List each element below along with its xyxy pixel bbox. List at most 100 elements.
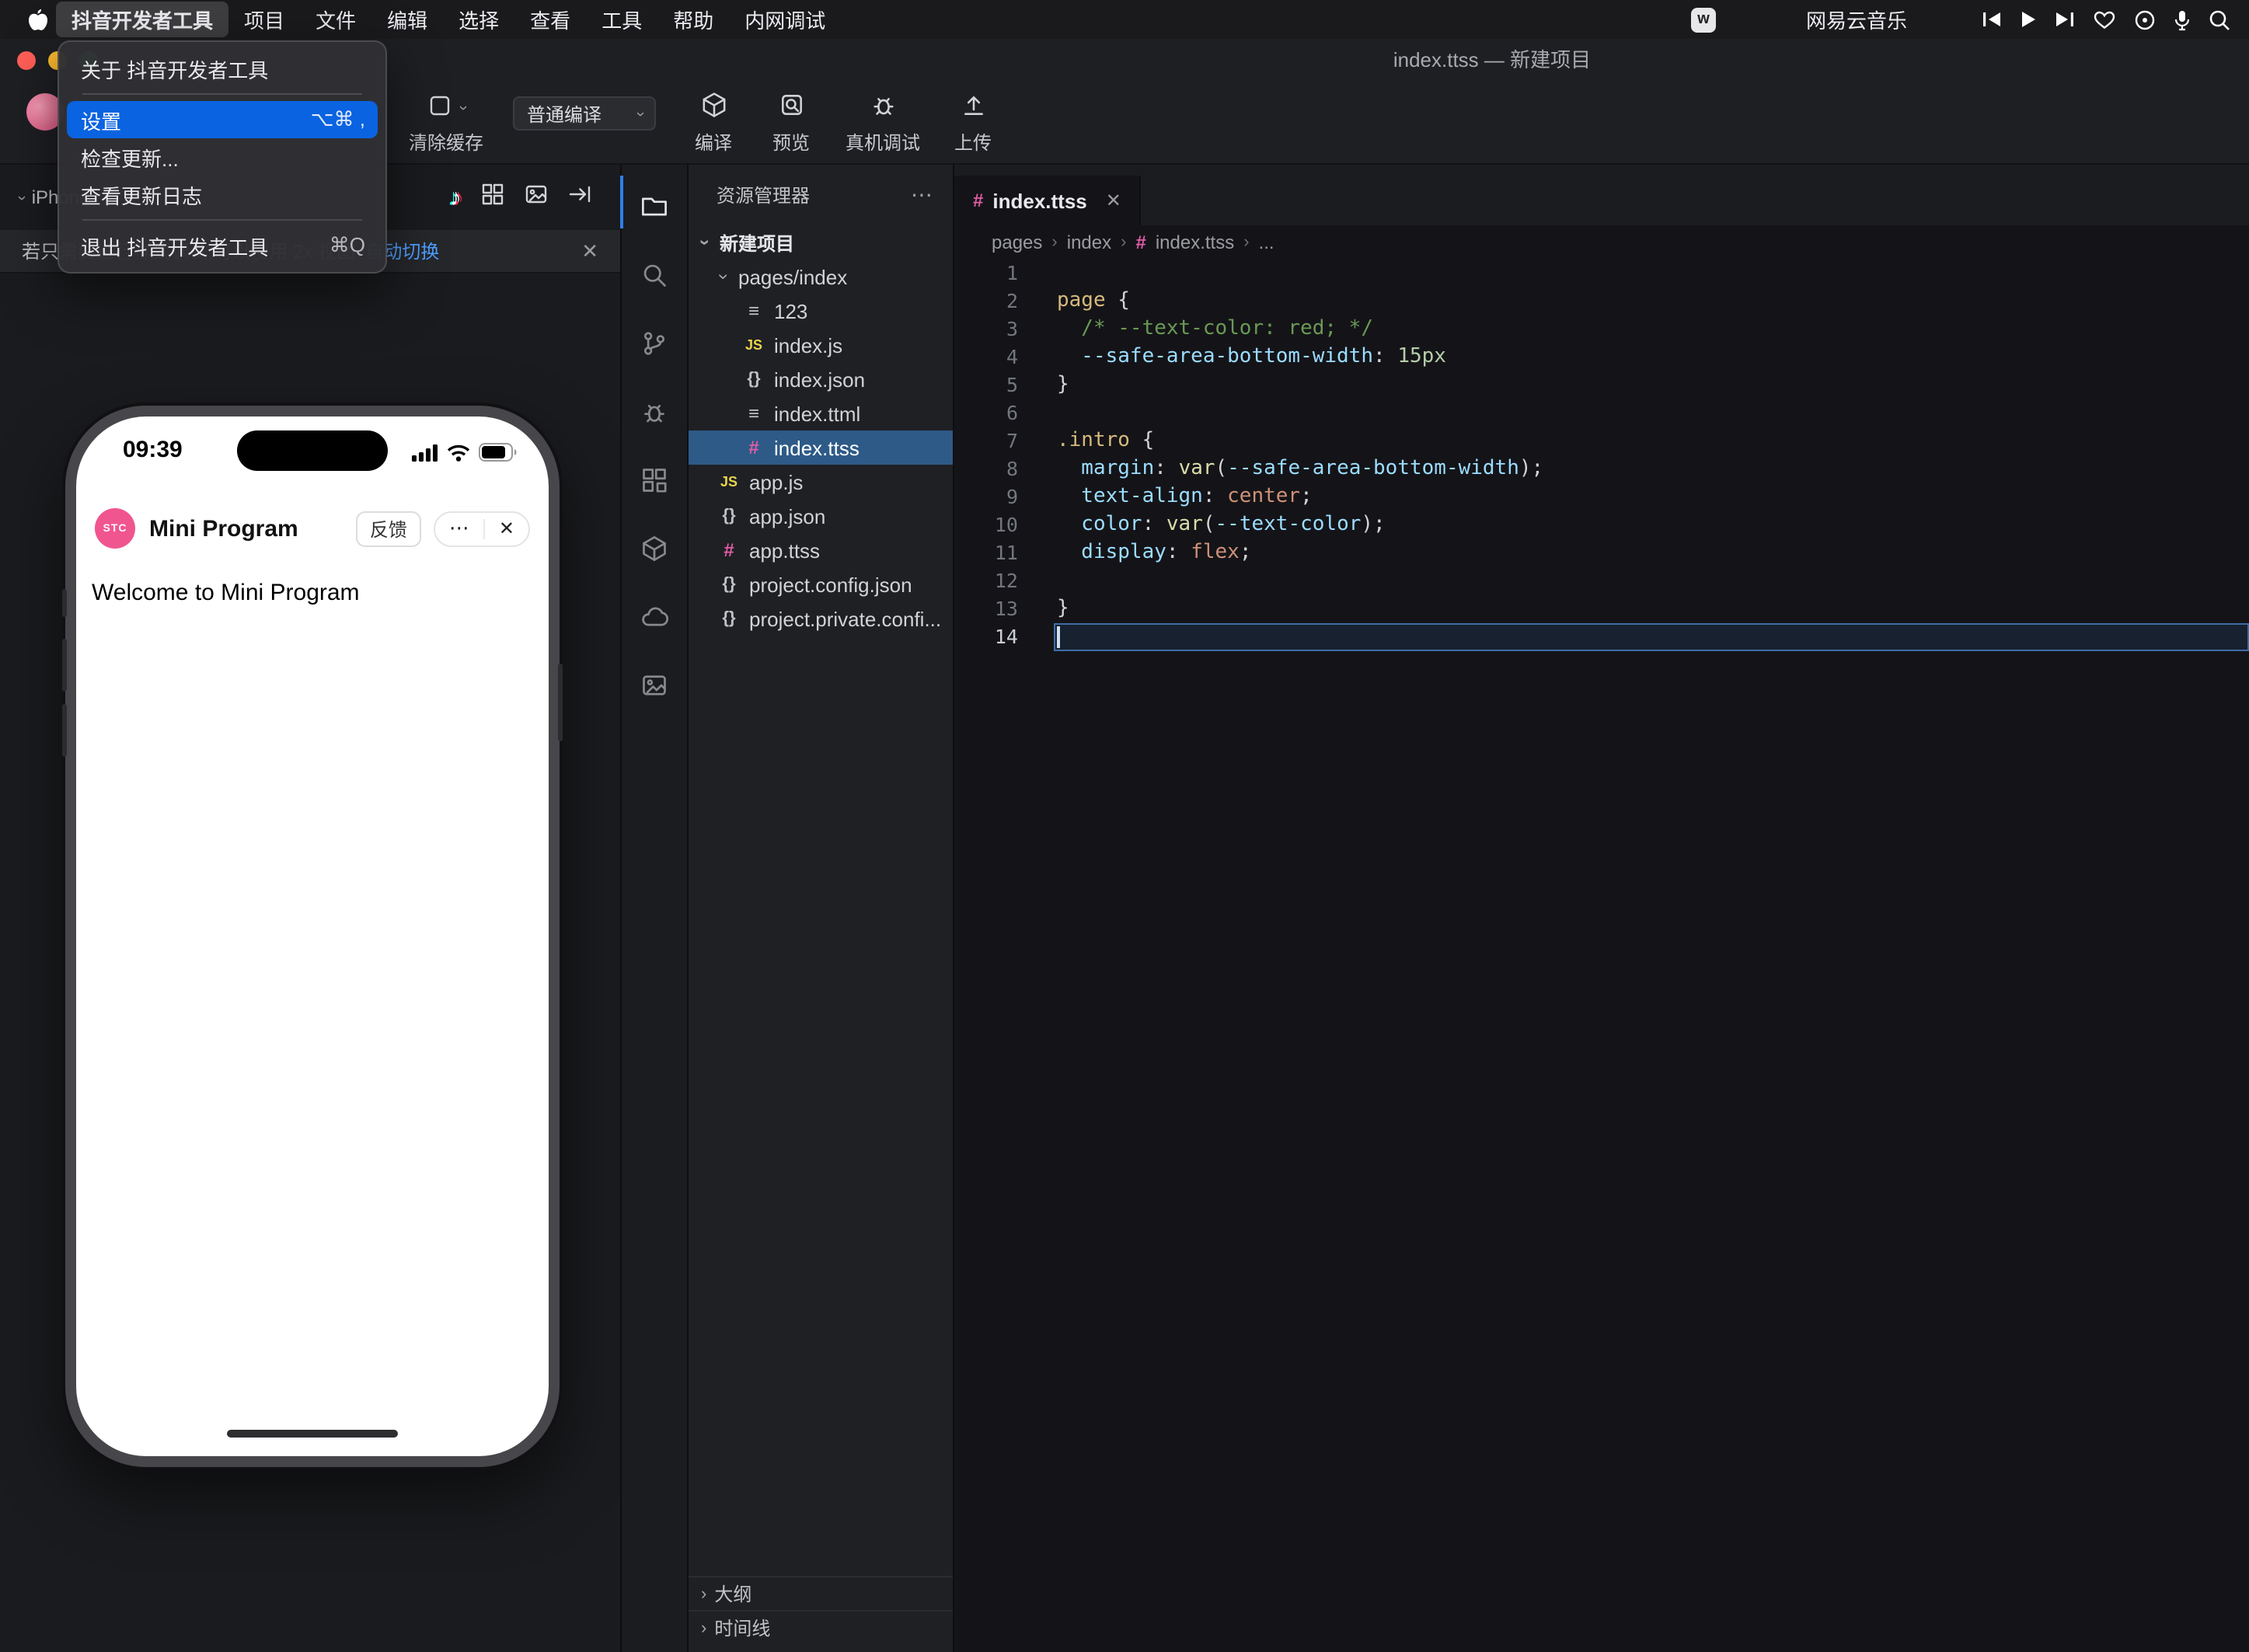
menubar-item-1[interactable]: 项目 xyxy=(228,2,300,37)
menubar-item-7[interactable]: 帮助 xyxy=(657,2,729,37)
tree-item-label: app.json xyxy=(749,504,826,528)
code-text: page { xyxy=(1057,289,1130,312)
menubar-item-0[interactable]: 抖音开发者工具 xyxy=(56,2,229,37)
code-line-14[interactable]: 14 xyxy=(954,623,2249,651)
line-number: 1 xyxy=(1006,261,1018,284)
close-window-button[interactable] xyxy=(17,51,36,70)
menu-item[interactable]: 退出 抖音开发者工具 ⌘Q xyxy=(67,227,378,264)
panel-resize-handle[interactable] xyxy=(620,176,623,228)
upload-label: 上传 xyxy=(954,132,992,154)
breadcrumb-item[interactable]: pages xyxy=(992,232,1042,253)
menu-item[interactable]: 查看更新日志 xyxy=(67,176,378,213)
status-badge[interactable]: w xyxy=(1690,7,1716,32)
code-line-4[interactable]: 4 --safe-area-bottom-width: 15px xyxy=(954,343,2249,371)
compile-mode-select[interactable]: 普通编译 › xyxy=(513,96,656,131)
disc-icon[interactable] xyxy=(2134,9,2156,30)
breadcrumb-separator-icon: › xyxy=(1121,233,1127,252)
code-line-10[interactable]: 10 color: var(--text-color); xyxy=(954,511,2249,539)
package-icon[interactable] xyxy=(622,525,687,572)
tree-item-label: app.ttss xyxy=(749,538,821,562)
editor-area: # index.ttss ✕ pages › index › # index.ttss ›.… xyxy=(954,165,2249,1652)
menubar-item-5[interactable]: 查看 xyxy=(514,2,586,37)
menubar-item-8[interactable]: 内网调试 xyxy=(729,2,841,37)
more-actions-icon[interactable]: ⋯ xyxy=(911,182,934,208)
code-area[interactable]: 1 2 page {3 /* --text-color: red; */4 --sa… xyxy=(954,260,2249,651)
grid-icon[interactable] xyxy=(480,181,505,214)
code-line-6[interactable]: 6 xyxy=(954,399,2249,427)
device-debug-button[interactable]: 真机调试 xyxy=(839,90,926,155)
preview-button[interactable]: 预览 xyxy=(754,90,828,155)
code-line-2[interactable]: 2 page { xyxy=(954,288,2249,315)
menubar-item-3[interactable]: 编辑 xyxy=(371,2,443,37)
feedback-button[interactable]: 反馈 xyxy=(355,511,421,546)
file-project.config.json[interactable]: {} project.config.json xyxy=(689,567,953,601)
code-line-9[interactable]: 9 text-align: center; xyxy=(954,483,2249,511)
panel-大纲[interactable]: › 大纲 xyxy=(689,1576,953,1610)
heart-icon[interactable] xyxy=(2094,10,2115,29)
tiktok-icon[interactable]: ♪ xyxy=(450,184,462,211)
file-project.private.confi...[interactable]: {} project.private.confi... xyxy=(689,601,953,636)
more-menu-icon[interactable]: ⋯ xyxy=(435,516,483,541)
file-app.json[interactable]: {} app.json xyxy=(689,499,953,533)
tab-close-icon[interactable]: ✕ xyxy=(1106,190,1121,211)
upload-button[interactable]: 上传 xyxy=(936,90,1010,155)
mic-icon[interactable] xyxy=(2174,9,2190,30)
screenshot-icon[interactable] xyxy=(524,181,549,214)
explorer-icon[interactable] xyxy=(622,183,687,230)
file-app.js[interactable]: JS app.js xyxy=(689,465,953,499)
file-app.ttss[interactable]: # app.ttss xyxy=(689,533,953,567)
menu-item[interactable]: 设置 ⌥⌘ , xyxy=(67,101,378,138)
code-line-12[interactable]: 12 xyxy=(954,567,2249,595)
line-number: 5 xyxy=(1006,373,1018,396)
panel-时间线[interactable]: › 时间线 xyxy=(689,1610,953,1644)
miniapp-title: Mini Program xyxy=(149,515,298,542)
compile-button[interactable]: 编译 xyxy=(676,90,751,155)
extensions-icon[interactable] xyxy=(622,457,687,504)
media-play-icon[interactable] xyxy=(2021,11,2036,28)
cloud-icon[interactable] xyxy=(622,594,687,640)
menubar-item-2[interactable]: 文件 xyxy=(300,2,371,37)
code-line-1[interactable]: 1 xyxy=(954,260,2249,288)
breadcrumb-item[interactable]: ... xyxy=(1259,232,1274,253)
close-miniapp-icon[interactable]: ✕ xyxy=(485,518,528,539)
arrow-right-icon[interactable] xyxy=(567,181,592,214)
source-control-icon[interactable] xyxy=(622,320,687,367)
code-line-8[interactable]: 8 margin: var(--safe-area-bottom-width); xyxy=(954,455,2249,483)
file-index.js[interactable]: JS index.js xyxy=(689,328,953,362)
code-text: text-align: center; xyxy=(1057,485,1313,508)
code-line-3[interactable]: 3 /* --text-color: red; */ xyxy=(954,315,2249,343)
menu-separator xyxy=(82,93,362,95)
debug-icon[interactable] xyxy=(622,389,687,435)
file-index.ttml[interactable]: ≡ index.ttml xyxy=(689,396,953,430)
notice-close-icon[interactable]: ✕ xyxy=(581,239,598,263)
breadcrumb-item[interactable]: index.ttss xyxy=(1156,232,1234,253)
search-icon[interactable] xyxy=(2209,9,2230,30)
image-icon[interactable] xyxy=(622,662,687,709)
code-line-5[interactable]: 5} xyxy=(954,371,2249,399)
code-line-13[interactable]: 13} xyxy=(954,595,2249,623)
chevron-down-icon: › xyxy=(454,104,471,110)
apple-menu-icon[interactable] xyxy=(19,8,56,31)
file-123[interactable]: ≡ 123 xyxy=(689,294,953,328)
music-app-name[interactable]: 网易云音乐 xyxy=(1806,5,1907,34)
file-index.ttss[interactable]: # index.ttss xyxy=(689,430,953,465)
menu-item[interactable]: 关于 抖音开发者工具 xyxy=(67,50,378,87)
media-next-icon[interactable] xyxy=(2055,11,2075,28)
menubar-item-6[interactable]: 工具 xyxy=(586,2,657,37)
file-index.json[interactable]: {} index.json xyxy=(689,362,953,396)
media-previous-icon[interactable] xyxy=(1982,11,2002,28)
tab-index-ttss[interactable]: # index.ttss ✕ xyxy=(954,176,1142,225)
phone-volume-up-button xyxy=(62,639,67,692)
line-number: 13 xyxy=(994,597,1018,620)
menu-item[interactable]: 检查更新... xyxy=(67,138,378,176)
search-icon[interactable] xyxy=(622,252,687,298)
tree-新建项目[interactable]: › 新建项目 xyxy=(689,225,953,260)
miniapp-logo[interactable]: STC xyxy=(95,508,135,549)
breadcrumb-item[interactable]: index xyxy=(1067,232,1111,253)
tree-pages/index[interactable]: › pages/index xyxy=(689,260,953,294)
code-line-11[interactable]: 11 display: flex; xyxy=(954,539,2249,567)
tree-item-label: app.js xyxy=(749,470,804,493)
clear-cache-button[interactable]: › 清除缓存 xyxy=(389,90,504,155)
menubar-item-4[interactable]: 选择 xyxy=(443,2,514,37)
code-line-7[interactable]: 7 .intro { xyxy=(954,427,2249,455)
